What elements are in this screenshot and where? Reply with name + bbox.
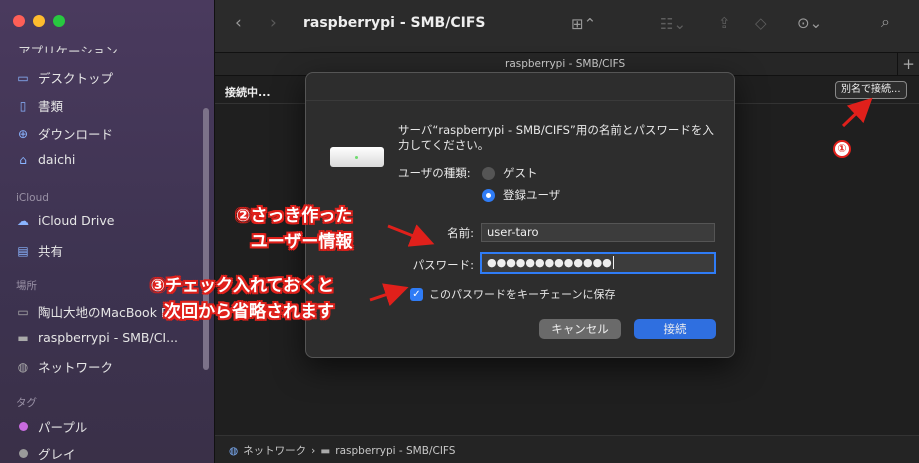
desktop-icon: ▭ (17, 70, 29, 85)
sidebar-item-icloud-drive[interactable]: ☁ iCloud Drive (16, 213, 114, 228)
guest-label: ゲスト (503, 166, 538, 180)
sidebar-section-tags: タグ (16, 397, 37, 409)
radio-off-icon (482, 166, 495, 180)
server-device-icon (330, 147, 384, 167)
annotation-3-line1: ③チェック入れておくと (150, 276, 334, 296)
sidebar-item-downloads[interactable]: ⊕ ダウンロード (16, 124, 113, 143)
login-dialog: サーバ“raspberrypi - SMB/CIFS”用の名前とパスワードを入力… (305, 72, 735, 358)
breadcrumb-separator: › (311, 444, 316, 457)
dialog-header (306, 73, 734, 101)
tag-dot-icon (16, 447, 30, 461)
group-icon[interactable]: ☷⌄ (660, 15, 686, 33)
keychain-label: このパスワードをキーチェーンに保存 (429, 288, 616, 301)
sidebar-item-network[interactable]: ◍ ネットワーク (16, 357, 113, 376)
connection-status: 接続中... (225, 86, 271, 99)
network-icon: ◍ (229, 444, 239, 457)
name-label: 名前: (447, 226, 474, 240)
path-bar: ◍ ネットワーク › ▬ raspberrypi - SMB/CIFS (215, 435, 919, 463)
sidebar-item-label: グレイ (38, 447, 76, 462)
sidebar-section-icloud: iCloud (16, 192, 49, 204)
view-grid-icon[interactable]: ⊞⌃ (571, 15, 596, 33)
annotation-3: ③チェック入れておくと 次回から省略されます (150, 273, 334, 325)
annotation-2-line2: ユーザー情報 (250, 232, 353, 252)
name-field[interactable]: user-taro (481, 223, 715, 242)
password-value: ●●●●●●●●●●●●● (487, 256, 612, 269)
sidebar-item-label: 陶山大地のMacBook P (38, 305, 169, 320)
registered-user-radio[interactable]: 登録ユーザ (482, 187, 560, 203)
window-controls (13, 15, 65, 27)
cancel-button[interactable]: キャンセル (539, 319, 621, 339)
save-to-keychain-checkbox[interactable]: ✓ このパスワードをキーチェーンに保存 (410, 286, 615, 302)
network-icon: ◍ (17, 359, 29, 374)
breadcrumb: ◍ ネットワーク › ▬ raspberrypi - SMB/CIFS (229, 443, 455, 458)
sidebar: アプリケーション ▭ デスクトップ ▯ 書類 ⊕ ダウンロード ⌂ daichi… (0, 0, 215, 463)
text-cursor (612, 256, 614, 269)
sidebar-item-label: アプリケーション (18, 44, 118, 53)
home-icon: ⌂ (19, 152, 27, 167)
search-icon[interactable]: ⌕ (881, 12, 890, 32)
breadcrumb-item-raspberrypi[interactable]: raspberrypi - SMB/CIFS (335, 445, 455, 457)
sidebar-item-applications[interactable]: アプリケーション (18, 42, 118, 53)
sidebar-item-tag-purple[interactable]: パープル (16, 417, 87, 436)
registered-label: 登録ユーザ (503, 188, 561, 202)
guest-radio[interactable]: ゲスト (482, 165, 538, 181)
sidebar-item-raspberrypi[interactable]: ▬ raspberrypi - SMB/CI... (16, 330, 178, 345)
sidebar-item-documents[interactable]: ▯ 書類 (16, 96, 63, 115)
user-type-label: ユーザの種類: (398, 166, 471, 180)
tag-dot-icon (16, 420, 30, 434)
back-icon[interactable]: ‹ (235, 13, 242, 33)
share-icon[interactable]: ⇪ (718, 14, 731, 32)
password-label: パスワード: (412, 258, 474, 272)
sidebar-scrollbar[interactable] (203, 108, 209, 370)
sidebar-item-label: daichi (38, 152, 76, 167)
shared-folder-icon: ▤ (17, 243, 29, 258)
window-title: raspberrypi - SMB/CIFS (303, 15, 486, 31)
connect-as-button[interactable]: 別名で接続... (835, 81, 907, 99)
tab-raspberrypi[interactable]: raspberrypi - SMB/CIFS (505, 58, 625, 70)
annotation-2: ②さっき作った ユーザー情報 (236, 203, 352, 255)
laptop-icon: ▭ (17, 304, 29, 319)
cloud-icon: ☁ (17, 213, 29, 228)
sidebar-item-tag-gray[interactable]: グレイ (16, 444, 76, 463)
breadcrumb-item-network[interactable]: ネットワーク (243, 443, 306, 458)
name-value: user-taro (487, 225, 539, 239)
more-actions-icon[interactable]: ⊙⌄ (797, 14, 822, 32)
checkmark-icon: ✓ (410, 287, 423, 301)
sidebar-item-label: ネットワーク (38, 360, 114, 375)
annotation-2-line1: ②さっき作った (236, 206, 353, 226)
sidebar-item-desktop[interactable]: ▭ デスクトップ (16, 68, 113, 87)
toolbar: ‹ › raspberrypi - SMB/CIFS ⊞⌃ ☷⌄ ⇪ ◇ ⊙⌄ … (215, 0, 919, 52)
server-icon: ▬ (320, 444, 331, 457)
forward-icon[interactable]: › (270, 13, 277, 33)
sidebar-item-label: デスクトップ (38, 71, 114, 86)
sidebar-section-locations: 場所 (16, 280, 37, 292)
sidebar-item-label: パープル (38, 420, 88, 435)
tag-icon[interactable]: ◇ (755, 14, 767, 32)
server-icon: ▬ (17, 330, 29, 345)
radio-on-icon (482, 188, 495, 202)
download-icon: ⊕ (17, 126, 29, 141)
dialog-message: サーバ“raspberrypi - SMB/CIFS”用の名前とパスワードを入力… (398, 123, 714, 152)
close-window-button[interactable] (13, 15, 25, 27)
zoom-window-button[interactable] (53, 15, 65, 27)
sidebar-item-shared[interactable]: ▤ 共有 (16, 241, 63, 260)
connect-button[interactable]: 接続 (634, 319, 716, 339)
minimize-window-button[interactable] (33, 15, 45, 27)
sidebar-item-label: 書類 (38, 99, 64, 114)
new-tab-button[interactable]: + (897, 53, 919, 75)
annotation-1: ① (833, 140, 851, 158)
sidebar-item-macbook[interactable]: ▭ 陶山大地のMacBook P (16, 302, 168, 321)
sidebar-item-label: ダウンロード (38, 127, 114, 142)
password-field[interactable]: ●●●●●●●●●●●●● (480, 252, 716, 274)
sidebar-item-home[interactable]: ⌂ daichi (16, 152, 75, 167)
sidebar-item-label: raspberrypi - SMB/CI... (38, 330, 179, 345)
sidebar-item-label: iCloud Drive (38, 213, 115, 228)
annotation-3-line2: 次回から省略されます (164, 302, 334, 322)
sidebar-item-label: 共有 (38, 244, 64, 259)
document-icon: ▯ (19, 98, 27, 113)
